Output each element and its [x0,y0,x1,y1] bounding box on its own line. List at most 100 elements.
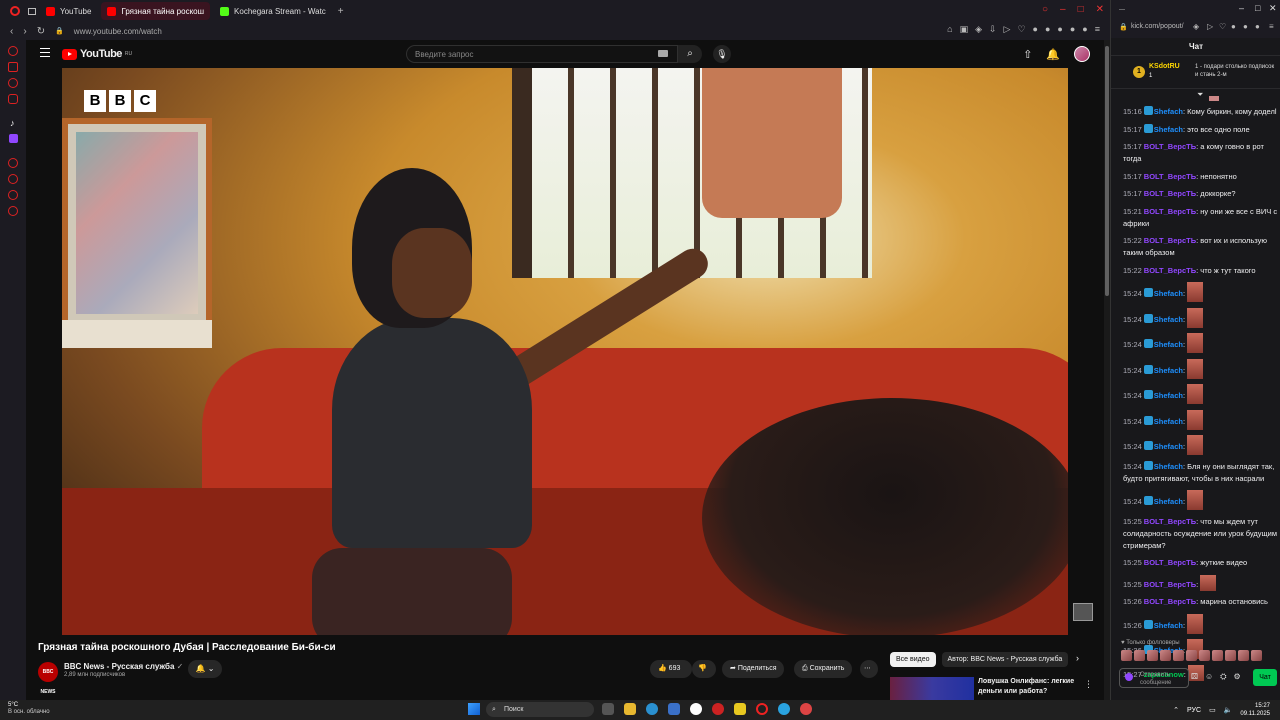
volume-icon[interactable]: 🔈 [1224,706,1233,714]
message-username[interactable]: Shefach [1154,340,1183,349]
message-username[interactable]: BOLT_ВерсТЬ [1144,517,1196,526]
user-avatar[interactable] [1074,46,1090,62]
minimize-icon[interactable]: – [1239,3,1244,13]
taskbar-search[interactable]: ⌕ Поиск [486,702,594,717]
maximize-icon[interactable]: □ [1078,4,1084,15]
message-username[interactable]: BOLT_ВерсТЬ [1144,597,1196,606]
ext-2-icon[interactable]: ● [1045,24,1050,35]
close-icon[interactable]: ✕ [1096,4,1104,15]
chip-author[interactable]: Автор: BBC News - Русская служба [941,652,1069,667]
lock-icon[interactable]: 🔒 [55,27,64,35]
sidebar-settings-icon[interactable] [8,206,18,216]
message-username[interactable]: BOLT_ВерсТЬ [1144,558,1196,567]
store-icon[interactable] [668,703,680,715]
forward-icon[interactable]: › [23,26,26,37]
play-icon[interactable]: ▷ [1207,22,1213,31]
message-username[interactable]: BOLT_ВерсТЬ [1144,207,1196,216]
message-username[interactable]: BOLT_ВерсТЬ [1144,236,1196,245]
message-username[interactable]: Shefach [1154,621,1183,630]
heart-icon[interactable]: ♡ [1017,24,1025,35]
share-button[interactable]: ➦ Поделиться [722,660,785,678]
app-icon[interactable] [712,703,724,715]
ext-icon[interactable]: ● [1243,22,1248,31]
message-username[interactable]: Shefach [1154,462,1183,471]
sidebar-instagram-icon[interactable] [8,94,18,104]
edge-icon[interactable] [646,703,658,715]
ext-3-icon[interactable]: ● [1057,24,1062,35]
weather-widget[interactable]: 5°C В осн. облачно [8,702,50,716]
sidebar-twitch-icon[interactable] [9,134,18,143]
notifications-bell-icon[interactable]: 🔔 [1046,48,1060,61]
ext-1-icon[interactable]: ● [1033,24,1038,35]
yandex-icon[interactable] [690,703,702,715]
more-actions-button[interactable]: ⋯ [860,660,878,678]
youtube-logo[interactable]: YouTube RU [62,48,132,60]
system-clock[interactable]: 15:27 09.11.2025 [1240,702,1270,718]
close-icon[interactable]: ✕ [1269,3,1277,14]
chevron-right-icon[interactable]: › [1076,653,1079,663]
ext-4-icon[interactable]: ● [1070,24,1075,35]
reload-icon[interactable]: ↻ [37,26,45,37]
search-button[interactable]: ⌕ [678,45,702,63]
keyboard-icon[interactable] [658,50,668,57]
pin-icon[interactable]: ⌂ [947,24,952,35]
ext-icon[interactable]: ● [1231,22,1236,31]
heart-icon[interactable]: ♡ [1219,22,1226,31]
more-vert-icon[interactable]: ⋮ [1084,679,1093,690]
message-username[interactable]: Shefach [1154,366,1183,375]
emoji-icon[interactable]: ☺ [1205,672,1213,682]
users-icon[interactable]: ⛭ [1220,672,1226,682]
play-icon[interactable]: ▷ [1004,24,1011,35]
message-username[interactable]: Shefach [1154,125,1183,134]
emote-icon[interactable] [1134,650,1145,661]
sidebar-aria-icon[interactable] [8,46,18,56]
pinned-gift-banner[interactable]: 1 KSdotRU 1 1 - подари столько подписок … [1111,57,1280,89]
minimize-icon[interactable]: – [1060,4,1066,15]
opera-logo-icon[interactable] [10,6,20,16]
recommended-thumbnail[interactable] [890,677,974,700]
windows-start-icon[interactable] [468,703,480,715]
url-field[interactable]: www.youtube.com/watch [74,27,162,36]
emote-icon[interactable] [1238,650,1249,661]
message-username[interactable]: BOLT_ВерсТЬ [1144,580,1196,589]
message-username[interactable]: Shefach [1154,315,1183,324]
search-input[interactable]: Введите запрос [406,45,678,63]
emote-icon[interactable] [1225,650,1236,661]
sidebar-bag-icon[interactable] [8,62,18,72]
settings-gear-icon[interactable]: ⚙ [1234,672,1241,682]
emote-icon[interactable] [1251,650,1262,661]
ext-icon[interactable]: ● [1255,22,1260,31]
filter-icon[interactable]: ⏷ [1197,90,1203,100]
shield-icon[interactable]: ◈ [975,24,982,35]
emote-icon[interactable] [1212,650,1223,661]
message-username[interactable]: BOLT_ВерсТЬ [1144,172,1196,181]
monitor-icon[interactable]: ▭ [1209,706,1216,714]
channel-watermark-icon[interactable] [1073,603,1093,621]
voice-search-button[interactable]: 🎙 [713,45,731,63]
chat-url[interactable]: kick.com/popout/ [1131,23,1184,30]
recommended-title[interactable]: Ловушка Онлифанс: легкие деньги или рабо… [978,677,1078,697]
tabs-icon[interactable] [28,7,36,15]
file-explorer-icon[interactable] [624,703,636,715]
sidebar-messenger-icon[interactable] [8,78,18,88]
upload-icon[interactable]: ⇧ [1023,48,1032,61]
chrome-icon[interactable] [800,703,812,715]
dislike-button[interactable]: 👎 [692,660,716,678]
emote-icon[interactable] [1121,650,1132,661]
emote-icon[interactable] [1186,650,1197,661]
gift-icon[interactable]: ⚄ [1191,672,1198,682]
lock-icon[interactable]: 🔒 [1119,23,1128,31]
save-button[interactable]: ⎙ Сохранить [794,660,853,678]
message-username[interactable]: BOLT_ВерсТЬ [1144,189,1196,198]
sidebar-player-icon[interactable] [8,158,18,168]
channel-avatar[interactable]: BBC NEWS [38,662,58,695]
like-button[interactable]: 👍 693 [650,660,692,678]
chat-send-button[interactable]: Чат [1253,669,1277,686]
task-view-icon[interactable] [602,703,614,715]
message-username[interactable]: Shefach [1154,442,1183,451]
tab-kick[interactable]: Kochegara Stream - Watc [214,2,332,20]
menu-icon[interactable]: ≡ [1269,22,1274,31]
stats-icon[interactable] [734,703,746,715]
chip-all-videos[interactable]: Все видео [890,652,936,667]
menu-icon[interactable]: ≡ [1095,24,1100,35]
